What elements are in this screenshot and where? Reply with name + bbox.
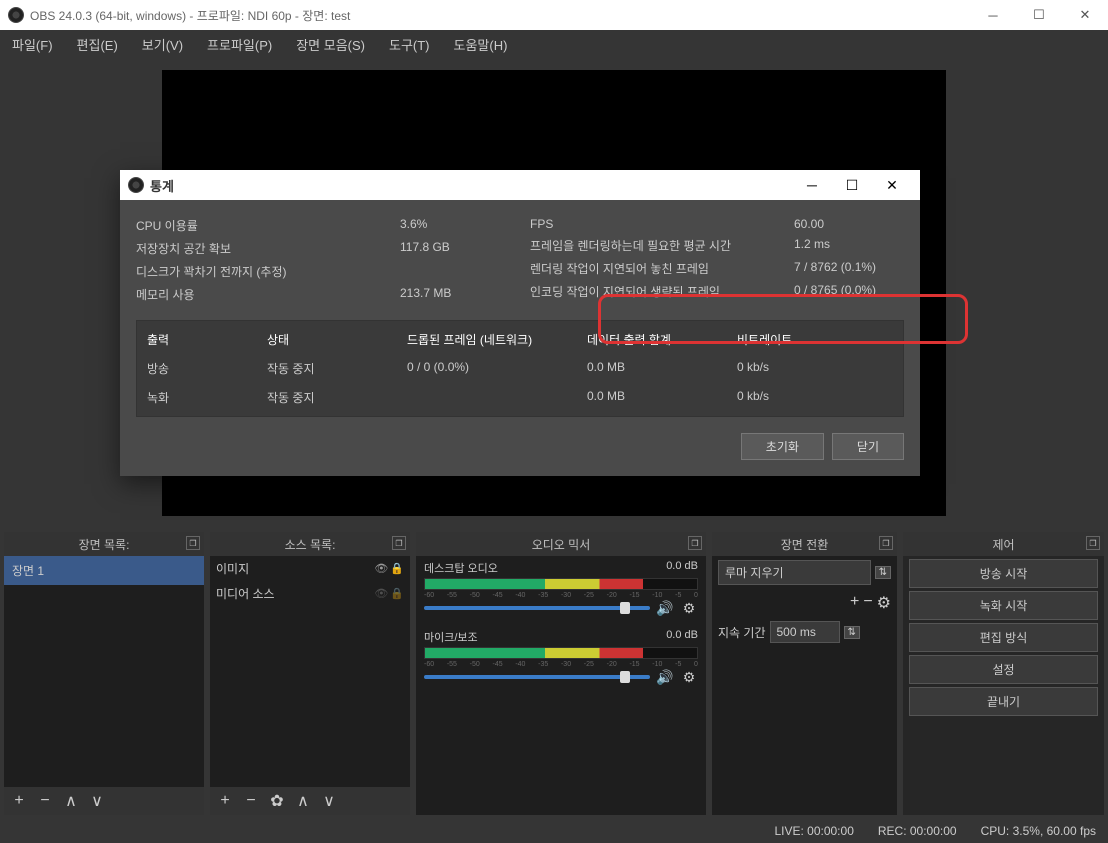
scenes-panel: 장면 목록: ❐ 장면 1 + − ∧ ∨	[4, 532, 204, 815]
dialog-maximize-button[interactable]: ☐	[832, 170, 872, 200]
start-recording-button[interactable]: 녹화 시작	[909, 591, 1098, 620]
audio-track: 마이크/보조0.0 dB -60-55-50-45-40-35-30-25-20…	[416, 625, 706, 694]
lock-icon[interactable]: 🔒	[390, 587, 404, 600]
transition-select[interactable]: 루마 지우기	[718, 560, 871, 585]
sources-title: 소스 목록:	[285, 536, 336, 553]
add-source-button[interactable]: +	[216, 792, 234, 810]
controls-panel: 제어 ❐ 방송 시작 녹화 시작 편집 방식 설정 끝내기	[903, 532, 1104, 815]
vu-meter	[424, 647, 698, 659]
gear-icon[interactable]: ⚙	[680, 668, 698, 686]
source-item[interactable]: 이미지 👁🔒	[210, 556, 410, 581]
volume-slider[interactable]	[424, 606, 650, 610]
remove-scene-button[interactable]: −	[36, 792, 54, 810]
lock-icon[interactable]: 🔒	[390, 562, 404, 575]
audio-track: 데스크탑 오디오0.0 dB -60-55-50-45-40-35-30-25-…	[416, 556, 706, 625]
dialog-minimize-button[interactable]: ─	[792, 170, 832, 200]
menu-scene-collection[interactable]: 장면 모음(S)	[292, 32, 369, 57]
duration-input[interactable]: 500 ms	[770, 621, 840, 643]
table-row: 방송 작동 중지 0 / 0 (0.0%) 0.0 MB 0 kb/s	[137, 354, 903, 383]
transitions-panel: 장면 전환 ❐ 루마 지우기 ⇅ + − ⚙ 지속 기간 500 ms ⇅	[712, 532, 897, 815]
main-titlebar: OBS 24.0.3 (64-bit, windows) - 프로파일: NDI…	[0, 0, 1108, 30]
menu-file[interactable]: 파일(F)	[8, 32, 57, 57]
vu-meter	[424, 578, 698, 590]
transition-gear-icon[interactable]: ⚙	[877, 593, 891, 613]
exit-button[interactable]: 끝내기	[909, 687, 1098, 716]
reset-button[interactable]: 초기화	[741, 433, 824, 460]
add-scene-button[interactable]: +	[10, 792, 28, 810]
add-transition-button[interactable]: +	[850, 593, 859, 613]
settings-button[interactable]: 설정	[909, 655, 1098, 684]
duration-label: 지속 기간	[718, 624, 766, 641]
popout-icon[interactable]: ❐	[688, 536, 702, 550]
start-streaming-button[interactable]: 방송 시작	[909, 559, 1098, 588]
status-live: LIVE: 00:00:00	[774, 824, 853, 838]
scenes-title: 장면 목록:	[79, 536, 130, 553]
menu-edit[interactable]: 편집(E)	[73, 32, 122, 57]
window-title: OBS 24.0.3 (64-bit, windows) - 프로파일: NDI…	[30, 7, 970, 24]
mixer-title: 오디오 믹서	[532, 536, 591, 553]
stats-dialog: 통계 ─ ☐ ✕ CPU 이용률3.6% 저장장치 공간 확보117.8 GB …	[120, 170, 920, 476]
statusbar: LIVE: 00:00:00 REC: 00:00:00 CPU: 3.5%, …	[0, 819, 1108, 843]
popout-icon[interactable]: ❐	[186, 536, 200, 550]
menubar: 파일(F) 편집(E) 보기(V) 프로파일(P) 장면 모음(S) 도구(T)…	[0, 30, 1108, 58]
minimize-button[interactable]: ─	[970, 0, 1016, 30]
status-rec: REC: 00:00:00	[878, 824, 957, 838]
popout-icon[interactable]: ❐	[879, 536, 893, 550]
obs-logo-icon	[128, 177, 144, 193]
maximize-button[interactable]: ☐	[1016, 0, 1062, 30]
scene-down-button[interactable]: ∨	[88, 791, 106, 811]
transitions-title: 장면 전환	[781, 536, 829, 553]
table-row: 녹화 작동 중지 0.0 MB 0 kb/s	[137, 383, 903, 412]
chevron-updown-icon[interactable]: ⇅	[875, 566, 891, 579]
menu-profile[interactable]: 프로파일(P)	[203, 32, 276, 57]
scene-up-button[interactable]: ∧	[62, 791, 80, 811]
menu-tools[interactable]: 도구(T)	[385, 32, 434, 57]
speaker-icon[interactable]: 🔊	[656, 668, 674, 686]
mixer-panel: 오디오 믹서 ❐ 데스크탑 오디오0.0 dB -60-55-50-45-40-3…	[416, 532, 706, 815]
visibility-icon[interactable]: 👁	[374, 562, 388, 575]
source-item[interactable]: 미디어 소스 👁🔒	[210, 581, 410, 606]
speaker-icon[interactable]: 🔊	[656, 599, 674, 617]
spinner-icon[interactable]: ⇅	[844, 626, 860, 639]
popout-icon[interactable]: ❐	[392, 536, 406, 550]
source-up-button[interactable]: ∧	[294, 791, 312, 811]
sources-panel: 소스 목록: ❐ 이미지 👁🔒 미디어 소스 👁🔒 + − ✿ ∧ ∨	[210, 532, 410, 815]
obs-logo-icon	[8, 7, 24, 23]
scene-item[interactable]: 장면 1	[4, 556, 204, 585]
close-button[interactable]: 닫기	[832, 433, 904, 460]
gear-icon[interactable]: ⚙	[680, 599, 698, 617]
visibility-icon[interactable]: 👁	[374, 587, 388, 600]
stats-output-table: 출력 상태 드롭된 프레임 (네트워크) 데이터 출력 합계 비트레이트 방송 …	[136, 320, 904, 417]
stats-title: 통계	[150, 176, 792, 195]
remove-source-button[interactable]: −	[242, 792, 260, 810]
close-button[interactable]: ✕	[1062, 0, 1108, 30]
popout-icon[interactable]: ❐	[1086, 536, 1100, 550]
menu-view[interactable]: 보기(V)	[138, 32, 187, 57]
volume-slider[interactable]	[424, 675, 650, 679]
dialog-close-button[interactable]: ✕	[872, 170, 912, 200]
remove-transition-button[interactable]: −	[863, 593, 872, 613]
source-down-button[interactable]: ∨	[320, 791, 338, 811]
menu-help[interactable]: 도움말(H)	[450, 32, 512, 57]
controls-title: 제어	[992, 536, 1014, 553]
status-cpu: CPU: 3.5%, 60.00 fps	[981, 824, 1096, 838]
studio-mode-button[interactable]: 편집 방식	[909, 623, 1098, 652]
source-props-button[interactable]: ✿	[268, 791, 286, 811]
